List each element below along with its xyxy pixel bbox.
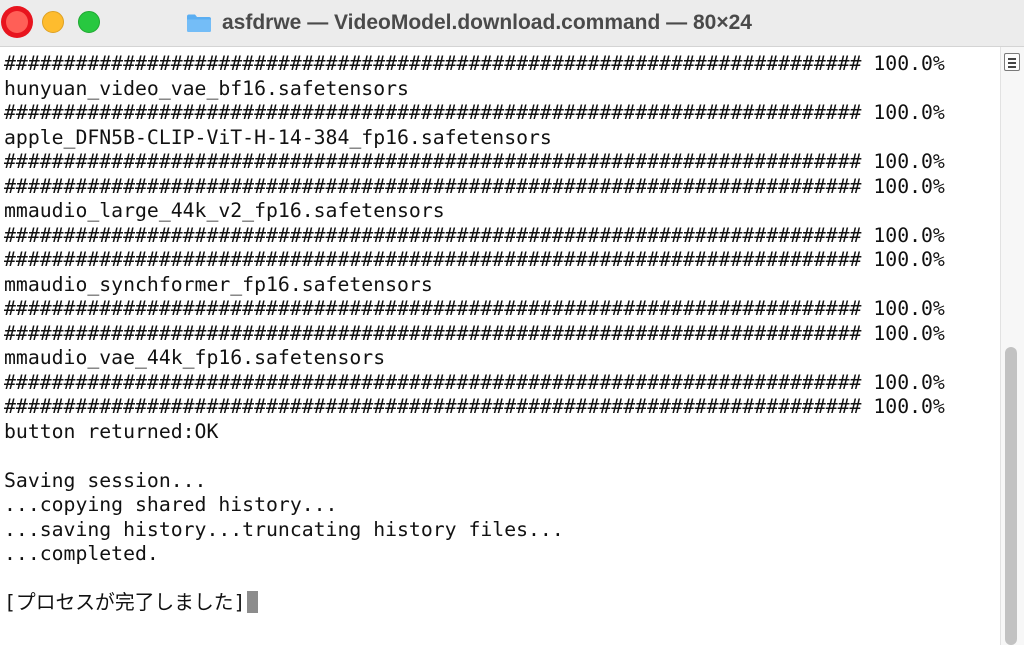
text-cursor [247, 591, 259, 613]
scrollbar-thumb[interactable] [1005, 347, 1017, 645]
terminal-line: Saving session... [4, 468, 207, 492]
terminal-window: asfdrwe — VideoModel.download.command — … [0, 0, 1024, 645]
terminal-line: ########################################… [4, 150, 945, 173]
zoom-window-button[interactable] [78, 11, 100, 33]
terminal-line: ########################################… [4, 52, 945, 75]
vertical-scrollbar[interactable] [1000, 47, 1024, 645]
terminal-line: mmaudio_large_44k_v2_fp16.safetensors [4, 199, 445, 222]
terminal-line: mmaudio_synchformer_fp16.safetensors [4, 272, 433, 296]
window-title: asfdrwe — VideoModel.download.command — … [222, 11, 752, 34]
terminal-line: ########################################… [4, 370, 945, 394]
terminal-line: ...copying shared history... [4, 493, 338, 516]
terminal-line: ...saving history...truncating history f… [4, 517, 564, 541]
terminal-line: ########################################… [4, 223, 945, 247]
terminal-line: hunyuan_video_vae_bf16.safetensors [4, 76, 409, 100]
window-title-group: asfdrwe — VideoModel.download.command — … [186, 9, 752, 37]
terminal-output[interactable]: ########################################… [0, 47, 994, 645]
process-complete-message: [プロセスが完了しました] [4, 591, 246, 614]
terminal-line: ########################################… [4, 174, 945, 198]
terminal-line: ...completed. [4, 542, 159, 565]
minimize-window-button[interactable] [42, 11, 64, 33]
scroll-lines-icon[interactable] [1004, 53, 1020, 71]
terminal-line: button returned:OK [4, 419, 219, 443]
terminal-line: ########################################… [4, 297, 945, 320]
terminal-line: ########################################… [4, 248, 945, 271]
terminal-line: mmaudio_vae_44k_fp16.safetensors [4, 346, 386, 369]
terminal-line: apple_DFN5B-CLIP-ViT-H-14-384_fp16.safet… [4, 125, 552, 149]
title-bar[interactable]: asfdrwe — VideoModel.download.command — … [0, 0, 1024, 47]
terminal-line: ########################################… [4, 395, 945, 418]
folder-icon [187, 14, 211, 32]
terminal-prompt-line: [プロセスが完了しました] [4, 591, 259, 616]
terminal-line: ########################################… [4, 321, 945, 345]
terminal-line: ########################################… [4, 101, 945, 124]
close-window-button[interactable] [6, 11, 28, 33]
